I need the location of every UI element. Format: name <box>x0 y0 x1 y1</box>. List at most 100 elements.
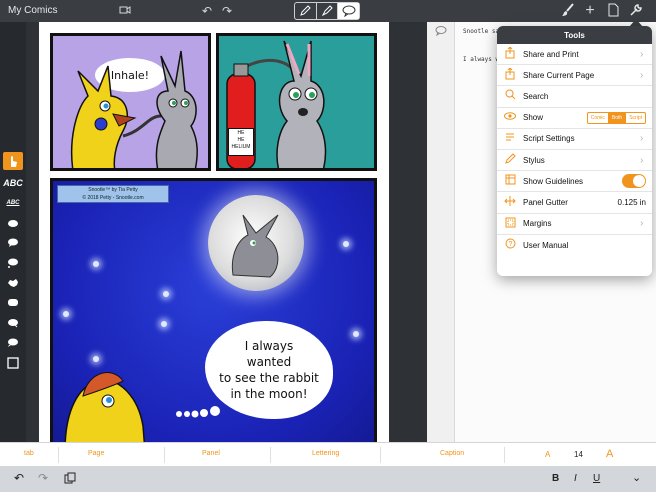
script-line-1[interactable]: Snootle sa <box>463 28 499 35</box>
caption-bubble-icon[interactable] <box>3 314 23 332</box>
comic-panel-1[interactable]: Inhale! <box>50 33 211 171</box>
svg-text:?: ? <box>508 241 512 248</box>
speech-tail-icon[interactable] <box>3 234 23 252</box>
speech-bubble-icon[interactable] <box>435 26 447 38</box>
menu-item-show: Show Comic Both Script <box>497 108 652 129</box>
whisper-bubble-icon[interactable] <box>3 294 23 312</box>
tools-popover: Tools Share and Print › Share Current Pa… <box>497 26 652 276</box>
brush-icon[interactable] <box>560 3 576 19</box>
comic-page-canvas[interactable]: Inhale! HE HE HELIUM Snootle™ by Tia Pet… <box>39 22 389 442</box>
speech-round-icon[interactable] <box>3 334 23 352</box>
panel-rectangle-icon[interactable] <box>3 354 23 372</box>
menu-label: Panel Gutter <box>523 197 568 207</box>
helium-tank-label: HE HE HELIUM <box>228 128 254 156</box>
document-title[interactable]: My Comics <box>8 5 57 16</box>
tab-lettering[interactable]: Lettering <box>312 450 339 457</box>
left-tool-strip: ABC ABC <box>0 22 26 442</box>
video-icon[interactable] <box>118 3 132 19</box>
show-option-both[interactable]: Both <box>608 112 627 123</box>
chevron-right-icon: › <box>640 154 644 166</box>
font-size-increase-button[interactable]: A <box>606 448 613 460</box>
eye-icon <box>497 112 523 123</box>
keyboard-accessory-bar: ↶ ↷ B I U ⌄ <box>0 466 656 492</box>
undo-icon[interactable]: ↶ <box>14 471 24 485</box>
menu-item-panel-gutter[interactable]: Panel Gutter 0.125 in <box>497 192 652 214</box>
panel-1-artwork <box>70 50 198 168</box>
chevron-down-icon[interactable]: ⌄ <box>632 471 641 484</box>
hand-pointer-icon[interactable] <box>3 152 23 170</box>
tab-tab[interactable]: tab <box>24 450 34 457</box>
menu-label: Script Settings <box>523 134 575 144</box>
font-size-value: 14 <box>574 450 583 459</box>
tab-page[interactable]: Page <box>88 450 104 457</box>
share-icon <box>497 45 523 62</box>
plus-icon[interactable]: + <box>582 3 598 19</box>
menu-label: Stylus <box>523 155 545 165</box>
panel-gutter-icon <box>497 195 523 209</box>
menu-item-share-print[interactable]: Share and Print › <box>497 44 652 66</box>
menu-item-script-settings[interactable]: Script Settings › <box>497 129 652 150</box>
tank-label-line-3: HELIUM <box>231 144 251 150</box>
help-icon: ? <box>497 238 523 252</box>
tab-separator <box>270 447 271 463</box>
chevron-right-icon: › <box>640 133 644 145</box>
thought-bubble-icon[interactable] <box>3 254 23 272</box>
panel-3-artwork <box>64 372 220 442</box>
underline-button[interactable]: U <box>593 473 600 484</box>
menu-label: Search <box>523 91 549 101</box>
redo-icon[interactable]: ↷ <box>220 3 234 19</box>
panel-gutter-value: 0.125 in <box>617 197 646 207</box>
font-size-decrease-button[interactable]: A <box>545 450 550 459</box>
lettering-abc-icon[interactable]: ABC <box>3 174 23 192</box>
show-guidelines-toggle[interactable] <box>622 174 646 189</box>
top-toolbar: My Comics ↶ ↷ + <box>0 0 656 22</box>
pen-icon[interactable] <box>317 3 339 19</box>
menu-label: Share and Print <box>523 49 579 59</box>
margins-icon <box>497 217 523 231</box>
stylus-icon <box>497 153 523 167</box>
lettering-abc-small-icon[interactable]: ABC <box>3 194 23 212</box>
show-segmented-control: Comic Both Script <box>586 111 646 124</box>
menu-item-show-guidelines: Show Guidelines <box>497 171 652 193</box>
page-icon[interactable] <box>605 3 621 19</box>
tab-separator <box>164 447 165 463</box>
bold-button[interactable]: B <box>552 473 559 484</box>
menu-label: User Manual <box>523 240 569 250</box>
tab-separator <box>504 447 505 463</box>
menu-label: Share Current Page <box>523 70 595 80</box>
guidelines-icon <box>497 174 523 188</box>
show-option-script[interactable]: Script <box>626 113 645 123</box>
menu-item-share-current-page[interactable]: Share Current Page › <box>497 65 652 87</box>
menu-item-stylus[interactable]: Stylus › <box>497 150 652 172</box>
speech-bubble-icon[interactable] <box>338 3 360 19</box>
menu-item-margins[interactable]: Margins › <box>497 214 652 235</box>
menu-item-user-manual[interactable]: ? User Manual <box>497 235 652 256</box>
show-option-comic[interactable]: Comic <box>588 112 609 123</box>
script-lines-icon <box>497 132 523 145</box>
bottom-tab-bar: tab Page Panel Lettering Caption A 14 A <box>0 442 656 466</box>
tab-caption[interactable]: Caption <box>440 450 464 457</box>
tools-popover-title: Tools <box>497 26 652 44</box>
italic-button[interactable]: I <box>574 473 577 484</box>
script-line-2[interactable]: I always w <box>463 56 499 63</box>
share-icon <box>497 67 523 83</box>
comic-panel-2[interactable]: HE HE HELIUM <box>216 33 377 171</box>
clipboard-icon[interactable] <box>64 472 76 487</box>
speech-oval-icon[interactable] <box>3 214 23 232</box>
script-gutter <box>427 22 455 442</box>
drawing-mode-group <box>294 2 360 20</box>
tank-label-line-2: HE <box>237 137 245 143</box>
chevron-right-icon: › <box>640 69 644 81</box>
comic-panel-3[interactable]: Snootle™ by Tia Petty © 2018 Petty - Sno… <box>50 178 377 442</box>
redo-icon[interactable]: ↷ <box>38 471 48 485</box>
menu-item-search[interactable]: Search <box>497 86 652 108</box>
wrench-icon[interactable] <box>628 3 644 19</box>
tank-label-line-1: HE <box>237 130 245 136</box>
shout-bubble-icon[interactable] <box>3 274 23 292</box>
tab-panel[interactable]: Panel <box>202 450 220 457</box>
tab-separator <box>58 447 59 463</box>
pencil-icon[interactable] <box>295 3 317 19</box>
undo-icon[interactable]: ↶ <box>200 3 214 19</box>
chevron-right-icon: › <box>640 218 644 230</box>
menu-label: Show Guidelines <box>523 176 584 186</box>
